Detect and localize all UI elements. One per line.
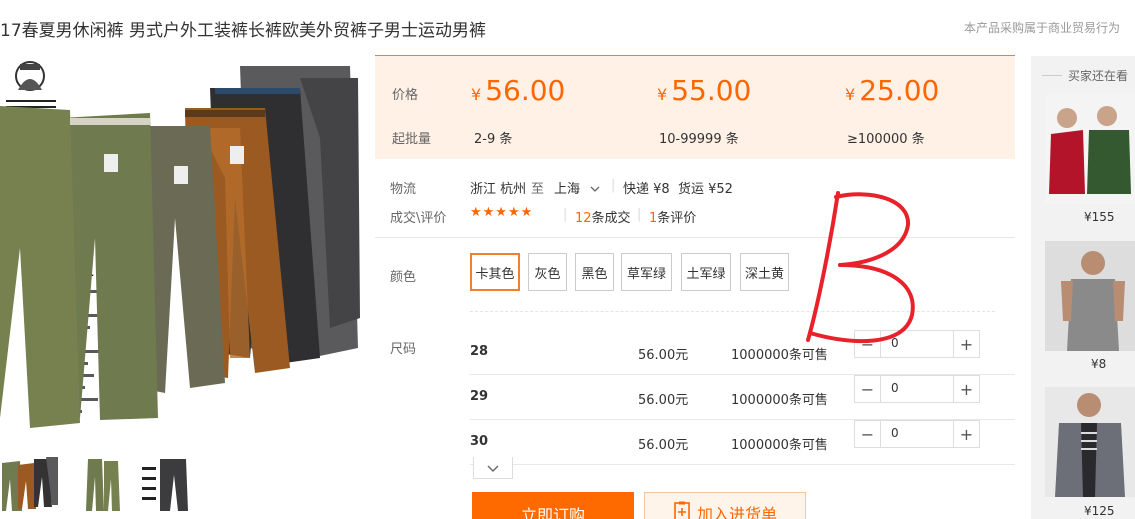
price-label: 价格 <box>392 88 419 103</box>
logistics-to-word: 至 <box>531 182 545 197</box>
size-row: 30 56.00元 1000000条可售 − 0 + <box>470 420 1015 465</box>
color-label: 颜色 <box>390 270 417 285</box>
qty-tier-1: 2-9 条 <box>474 132 513 147</box>
size-row: 29 56.00元 1000000条可售 − 0 + <box>470 375 1015 420</box>
star-rating: ★★★★★ <box>470 205 534 220</box>
quantity-input[interactable]: 0 <box>891 381 899 395</box>
price-tier-2: ¥55.00 <box>657 74 752 107</box>
decrement-button[interactable]: − <box>855 376 881 402</box>
rail-item-image[interactable] <box>1045 94 1135 204</box>
price-tier-1: ¥56.00 <box>471 74 566 107</box>
product-title: 17春夏男休闲裤 男式户外工装裤长裤欧美外贸裤子男士运动男裤 <box>0 21 487 41</box>
size-price: 56.00元 <box>638 438 689 453</box>
rail-item-price: ¥155 <box>1084 210 1115 224</box>
size-value: 28 <box>470 344 489 359</box>
freight-fee: 货运 ¥52 <box>678 182 733 197</box>
also-viewed-title: 买家还在看 <box>1068 69 1129 83</box>
price-box: 价格 起批量 ¥56.00 ¥55.00 ¥25.00 2-9 条 10-999… <box>375 55 1015 159</box>
add-to-purchase-list-button[interactable]: 加入进货单 <box>644 492 806 519</box>
quantity-stepper: − 0 + <box>854 420 980 448</box>
color-option-army-green[interactable]: 土军绿 <box>681 253 731 291</box>
main-product-image[interactable]: Can <box>0 58 360 430</box>
expand-sizes-button[interactable] <box>473 457 513 479</box>
chevron-down-icon <box>487 458 499 477</box>
logistics-label: 物流 <box>390 182 417 197</box>
clipboard-plus-icon <box>673 501 691 519</box>
rail-item-price: ¥125 <box>1084 504 1115 518</box>
logistics-from: 浙江 杭州 <box>470 182 527 197</box>
thumbnail-2[interactable] <box>70 455 128 513</box>
thumbnail-strip <box>0 455 200 515</box>
rail-title-line <box>1042 75 1062 76</box>
color-option-grey[interactable]: 灰色 <box>528 253 567 291</box>
divider: | <box>611 178 616 193</box>
rail-item-image[interactable] <box>1045 387 1135 497</box>
quantity-input[interactable]: 0 <box>891 426 899 440</box>
thumbnail-1[interactable] <box>0 455 58 513</box>
size-price: 56.00元 <box>638 393 689 408</box>
color-option-grass-green[interactable]: 草军绿 <box>621 253 672 291</box>
min-qty-label: 起批量 <box>392 132 432 147</box>
size-value: 30 <box>470 434 489 449</box>
section-divider <box>375 237 1015 238</box>
rail-item-price: ¥8 <box>1091 357 1107 371</box>
decrement-button[interactable]: − <box>855 331 881 357</box>
size-label: 尺码 <box>390 342 417 357</box>
size-stock: 1000000条可售 <box>731 393 828 408</box>
quantity-input[interactable]: 0 <box>891 336 899 350</box>
decrement-button[interactable]: − <box>855 421 881 447</box>
thumbnail-3[interactable] <box>140 455 198 513</box>
size-value: 29 <box>470 389 489 404</box>
increment-button[interactable]: + <box>953 421 979 447</box>
color-option-dark-yellow[interactable]: 深土黄 <box>740 253 789 291</box>
price-tier-3: ¥25.00 <box>845 74 940 107</box>
dashed-divider <box>470 311 995 312</box>
divider: | <box>637 207 642 222</box>
increment-button[interactable]: + <box>953 331 979 357</box>
express-fee: 快递 ¥8 <box>623 182 670 197</box>
quantity-stepper: − 0 + <box>854 330 980 358</box>
trade-notice: 本产品采购属于商业贸易行为 <box>963 21 1120 35</box>
size-stock: 1000000条可售 <box>731 348 828 363</box>
logistics-destination-select[interactable]: 上海 <box>554 178 600 197</box>
chevron-down-icon <box>590 182 600 197</box>
qty-tier-2: 10-99999 条 <box>659 132 739 147</box>
color-option-khaki[interactable]: 卡其色 <box>470 253 520 291</box>
deals-label: 成交\评价 <box>390 211 447 226</box>
size-row: 28 56.00元 1000000条可售 − 0 + <box>470 330 1015 375</box>
rail-item-image[interactable] <box>1045 241 1135 351</box>
quantity-stepper: − 0 + <box>854 375 980 403</box>
size-stock: 1000000条可售 <box>731 438 828 453</box>
increment-button[interactable]: + <box>953 376 979 402</box>
size-price: 56.00元 <box>638 348 689 363</box>
order-now-button[interactable]: 立即订购 <box>472 492 634 519</box>
row-divider <box>470 464 1015 465</box>
color-option-black[interactable]: 黑色 <box>575 253 614 291</box>
divider: | <box>563 207 568 222</box>
qty-tier-3: ≥100000 条 <box>847 132 925 147</box>
review-count[interactable]: 1条评价 <box>649 207 696 226</box>
deal-count[interactable]: 12条成交 <box>575 207 631 226</box>
